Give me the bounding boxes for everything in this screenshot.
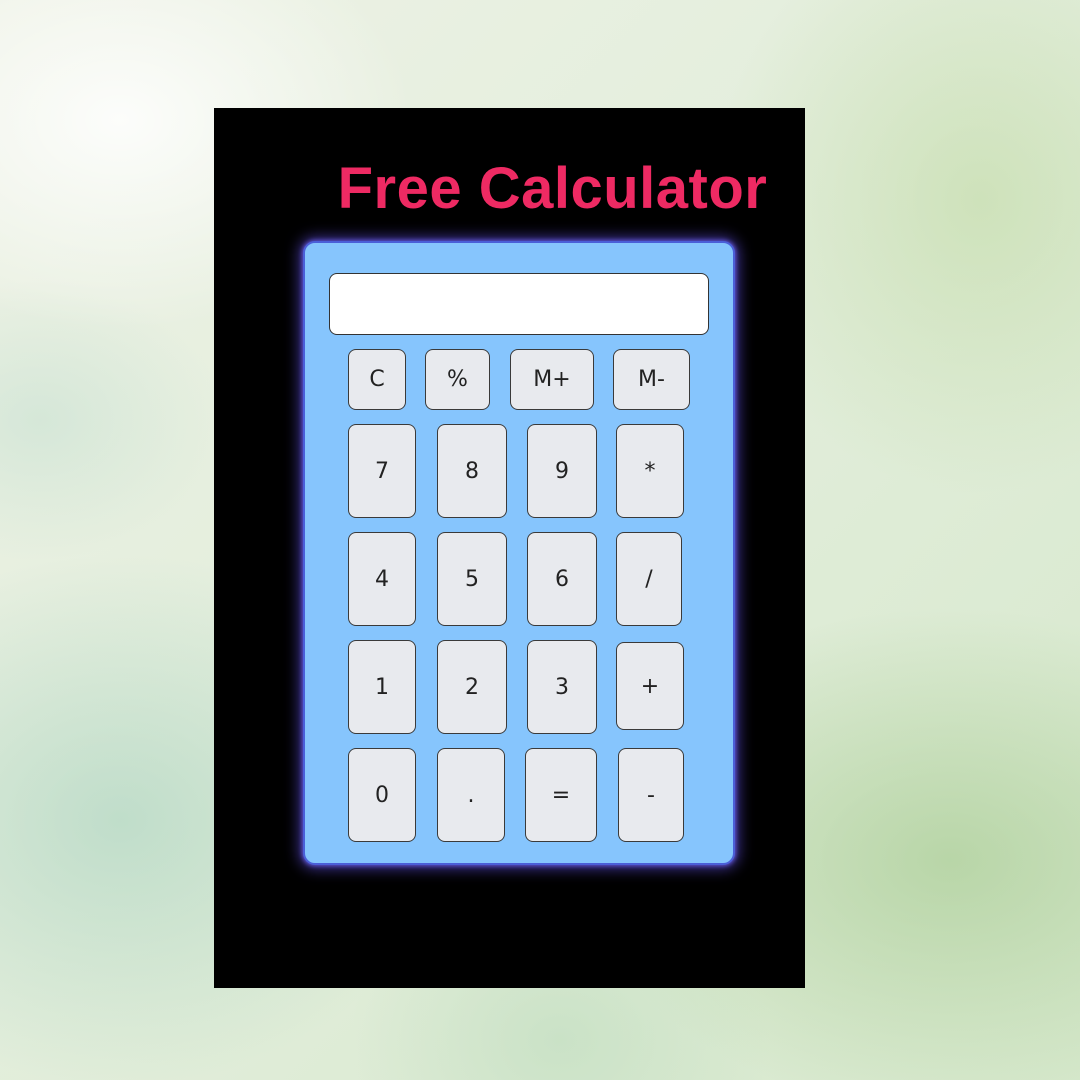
clear-button[interactable]: C [348, 349, 406, 410]
divide-button[interactable]: / [616, 532, 682, 626]
digit-5-button[interactable]: 5 [437, 532, 507, 626]
calculator-display[interactable] [329, 273, 709, 335]
calculator-body: C % M+ M- 7 8 9 * 4 5 6 / 1 2 3 + 0 . = … [303, 241, 735, 865]
digit-0-button[interactable]: 0 [348, 748, 416, 842]
digit-9-button[interactable]: 9 [527, 424, 597, 518]
page-title: Free Calculator [337, 156, 768, 221]
memory-plus-button[interactable]: M+ [510, 349, 594, 410]
memory-minus-button[interactable]: M- [613, 349, 690, 410]
digit-7-button[interactable]: 7 [348, 424, 416, 518]
subtract-button[interactable]: - [618, 748, 684, 842]
digit-3-button[interactable]: 3 [527, 640, 597, 734]
percent-button[interactable]: % [425, 349, 490, 410]
digit-4-button[interactable]: 4 [348, 532, 416, 626]
digit-8-button[interactable]: 8 [437, 424, 507, 518]
multiply-button[interactable]: * [616, 424, 684, 518]
poster-card: Free Calculator C % M+ M- 7 8 9 * 4 5 6 … [214, 108, 805, 988]
digit-6-button[interactable]: 6 [527, 532, 597, 626]
digit-2-button[interactable]: 2 [437, 640, 507, 734]
decimal-button[interactable]: . [437, 748, 505, 842]
add-button[interactable]: + [616, 642, 684, 730]
equals-button[interactable]: = [525, 748, 597, 842]
digit-1-button[interactable]: 1 [348, 640, 416, 734]
